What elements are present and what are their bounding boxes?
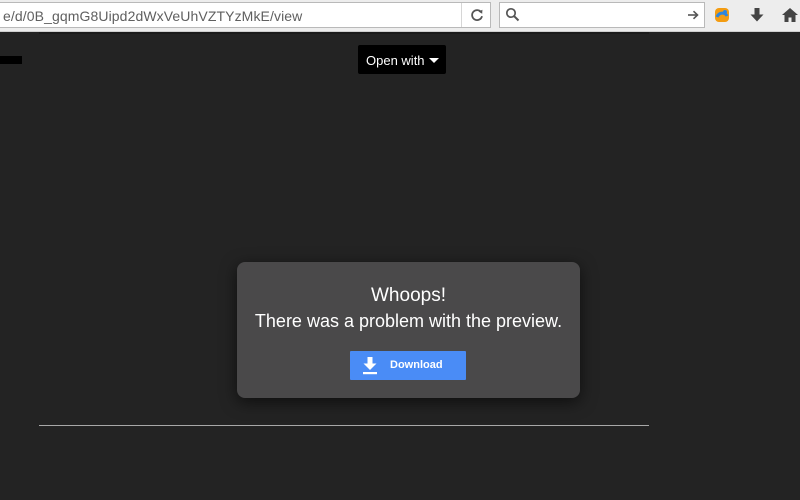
preview-error-card: Whoops! There was a problem with the pre…	[237, 262, 580, 398]
browser-toolbar: e/d/0B_gqmG8Uipd2dWxVeUhVZTYzMkE/view	[0, 0, 800, 32]
search-input[interactable]	[526, 5, 676, 25]
address-bar[interactable]: e/d/0B_gqmG8Uipd2dWxVeUhVZTYzMkE/view	[0, 2, 491, 28]
reload-icon	[471, 9, 483, 21]
search-bar[interactable]	[499, 2, 705, 28]
download-button[interactable]: Download	[350, 351, 466, 380]
reload-button[interactable]	[461, 3, 491, 27]
download-arrow-icon[interactable]	[748, 6, 766, 24]
arrow-right-icon[interactable]	[686, 8, 700, 22]
viewer-bottom-divider	[39, 425, 649, 426]
viewer-top-bar	[39, 32, 649, 34]
addon-icon[interactable]	[713, 6, 731, 24]
search-icon	[505, 7, 520, 22]
open-with-button[interactable]: Open with	[358, 45, 446, 74]
download-icon	[363, 357, 377, 375]
home-icon[interactable]	[781, 6, 799, 24]
url-text[interactable]: e/d/0B_gqmG8Uipd2dWxVeUhVZTYzMkE/view	[3, 8, 302, 24]
download-label: Download	[390, 359, 443, 371]
open-with-label: Open with	[366, 53, 425, 68]
left-edge-tab	[0, 56, 22, 64]
error-message: There was a problem with the preview.	[254, 311, 563, 331]
error-title: Whoops!	[371, 285, 446, 306]
caret-down-icon	[429, 58, 439, 63]
